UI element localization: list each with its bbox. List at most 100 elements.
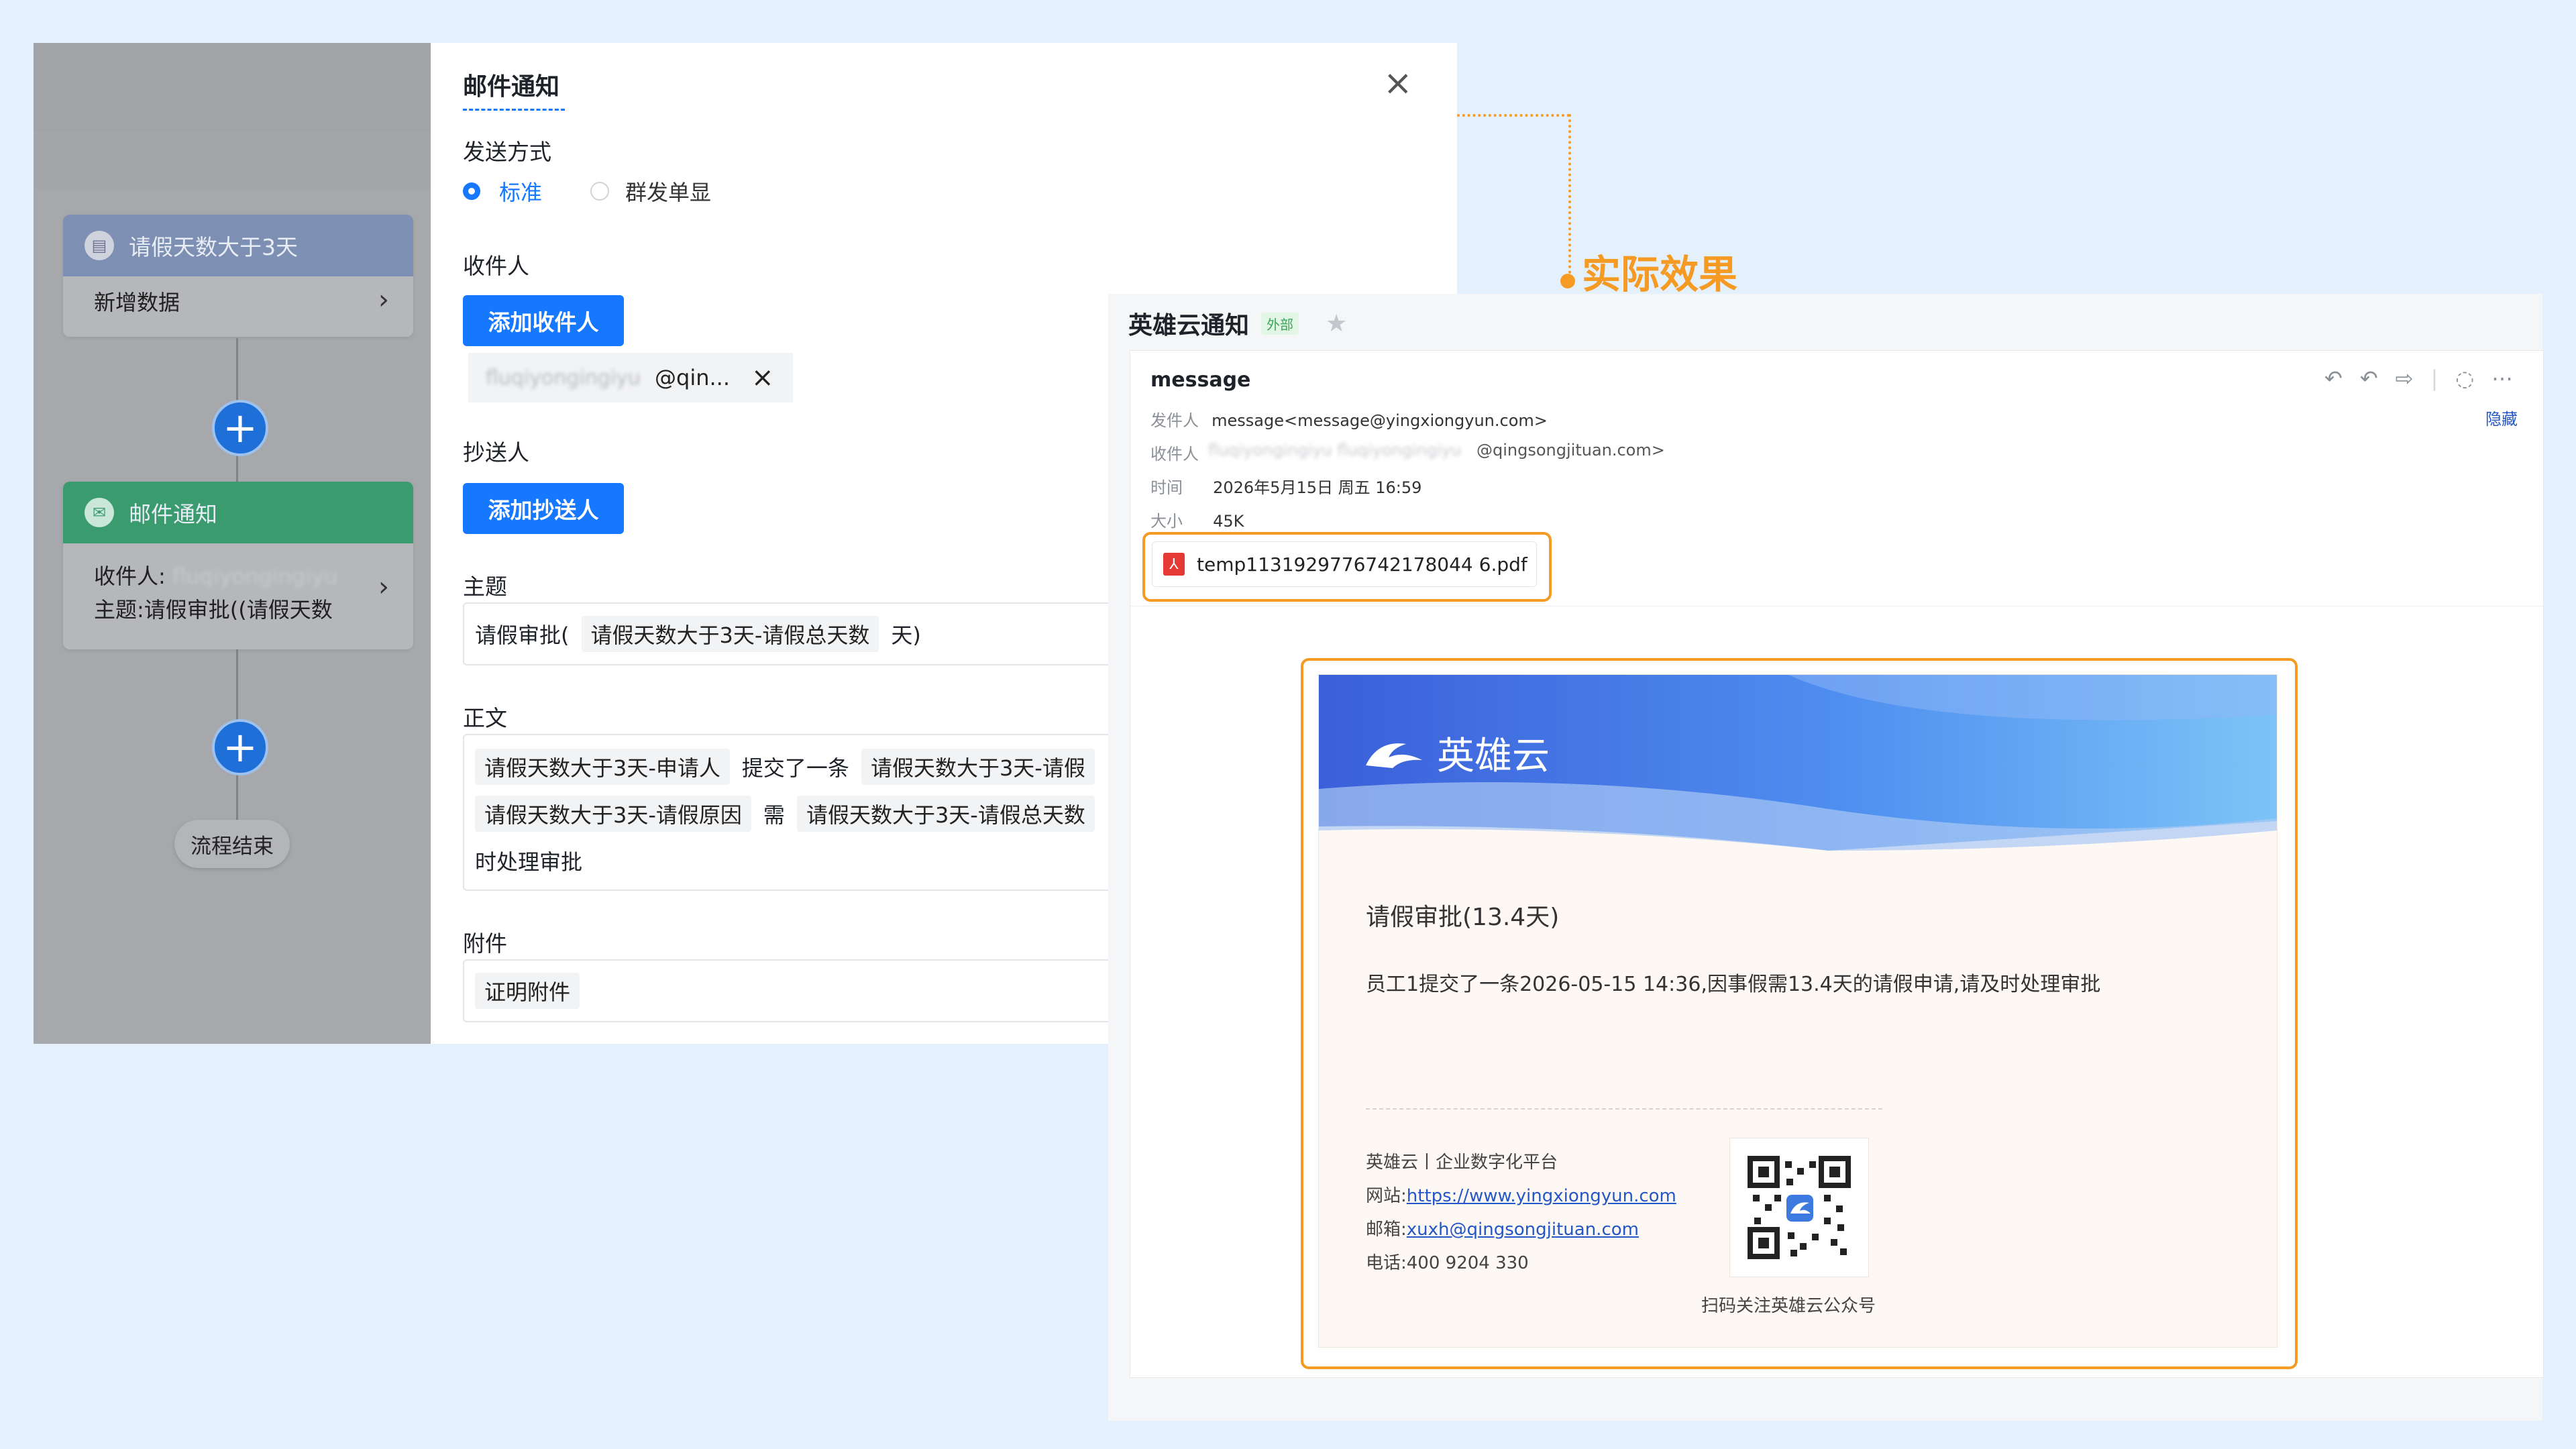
subject-token[interactable]: 请假天数大于3天-请假总天数 bbox=[581, 616, 879, 652]
recipient-chip[interactable]: fluqiyongingiyu @qin... × bbox=[468, 353, 793, 402]
recipient-label: 收件人 bbox=[463, 253, 529, 279]
mail-time-row: 时间 2026年5月15日 周五 16:59 bbox=[1150, 474, 1421, 498]
attachment-file[interactable]: ⅄ temp1131929776742178044 6.pdf bbox=[1152, 541, 1537, 587]
chevron-right-icon[interactable]: › bbox=[378, 283, 389, 317]
callout-line-horizontal bbox=[1457, 114, 1570, 117]
workflow-node-email-header: ✉ 邮件通知 bbox=[63, 482, 413, 543]
mail-banner-brand-text: 英雄云 bbox=[1437, 735, 1550, 778]
comment-icon[interactable]: ◌ bbox=[2455, 366, 2474, 391]
mail-footer-company: 英雄云丨企业数字化平台 bbox=[1366, 1152, 1558, 1173]
mail-banner-brand: 英雄云 bbox=[1362, 726, 1550, 780]
mail-size-row: 大小 45K bbox=[1150, 508, 1244, 531]
radio-group-label: 群发单显 bbox=[625, 180, 712, 205]
qr-caption: 扫码关注英雄云公众号 bbox=[1701, 1296, 1876, 1316]
radio-group-send[interactable]: 群发单显 bbox=[590, 176, 711, 207]
add-node-button[interactable]: + bbox=[212, 400, 268, 456]
reply-icon[interactable]: ↶ bbox=[2324, 366, 2343, 391]
forward-icon[interactable]: ⇨ bbox=[2396, 366, 2414, 391]
mail-footer-email: 邮箱:xuxh@qingsongjituan.com bbox=[1366, 1216, 1639, 1240]
recipient-chip-blurred: fluqiyongingiyu bbox=[486, 366, 641, 390]
mail-icon: ✉ bbox=[85, 498, 114, 527]
subject-suffix: 天) bbox=[891, 623, 921, 648]
recipient-blurred: fluqiyongingiyu bbox=[172, 564, 338, 589]
recipient-chip-domain: @qin... bbox=[655, 365, 730, 390]
callout-label: 实际效果 bbox=[1582, 252, 1738, 297]
sender-value: message<message@yingxiongyun.com> bbox=[1212, 411, 1548, 430]
mail-subject: message bbox=[1150, 368, 1251, 392]
callout-line-vertical bbox=[1568, 114, 1571, 279]
radio-standard-label: 标准 bbox=[499, 180, 543, 205]
mail-body-card: 英雄云 请假审批(13.4天) 员工1提交了一条2026-05-15 14:36… bbox=[1318, 674, 2277, 1348]
actions-divider: | bbox=[2430, 366, 2438, 391]
more-icon[interactable]: ⋯ bbox=[2491, 366, 2513, 391]
body-text: 提交了一条 bbox=[741, 755, 849, 781]
qr-code-icon bbox=[1748, 1156, 1851, 1259]
to-label: 收件人 bbox=[1150, 445, 1199, 464]
sender-label: 发件人 bbox=[1150, 411, 1199, 430]
email-label: 邮箱: bbox=[1366, 1220, 1407, 1240]
hide-details-link[interactable]: 隐藏 bbox=[2485, 406, 2518, 429]
body-label: 正文 bbox=[463, 705, 507, 731]
mail-content-body: 员工1提交了一条2026-05-15 14:36,因事假需13.4天的请假申请,… bbox=[1366, 973, 2101, 996]
to-domain: @qingsongjituan.com> bbox=[1477, 441, 1665, 460]
mail-header-title: 英雄云通知 bbox=[1128, 312, 1250, 339]
add-cc-button[interactable]: 添加抄送人 bbox=[463, 483, 624, 534]
workflow-end: 流程结束 bbox=[174, 820, 290, 868]
workflow-node-email-body: 收件人: fluqiyongingiyu 主题:请假审批((请假天数 › bbox=[63, 543, 413, 649]
form-icon: ▤ bbox=[85, 231, 114, 260]
radio-unchecked-icon bbox=[590, 182, 609, 201]
pdf-icon: ⅄ bbox=[1163, 553, 1185, 576]
body-text: 需 bbox=[763, 802, 785, 828]
callout-dot bbox=[1560, 274, 1575, 288]
mail-sender-row: 发件人 message<message@yingxiongyun.com> bbox=[1150, 407, 1548, 431]
body-token[interactable]: 请假天数大于3天-请假原因 bbox=[475, 796, 751, 832]
attachment-label: 附件 bbox=[463, 930, 507, 957]
email-preview-window: 英雄云通知 外部 ★ message ↶ ↶ ⇨ | ◌ ⋯ 隐藏 发件人 me… bbox=[1108, 294, 2544, 1421]
mail-header: 英雄云通知 外部 ★ bbox=[1128, 306, 1347, 341]
subject-label: 主题 bbox=[463, 574, 507, 600]
mail-content-title: 请假审批(13.4天) bbox=[1366, 904, 1560, 931]
workflow-node-condition-header: ▤ 请假天数大于3天 bbox=[63, 215, 413, 276]
radio-checked-icon bbox=[463, 182, 480, 200]
time-label: 时间 bbox=[1150, 478, 1183, 497]
body-token[interactable]: 请假天数大于3天-申请人 bbox=[475, 749, 730, 785]
to-blurred: fluqiyongingiyu fluqiyongingiyu bbox=[1208, 441, 1462, 460]
site-link[interactable]: https://www.yingxiongyun.com bbox=[1407, 1186, 1676, 1206]
mail-footer-site: 网站:https://www.yingxiongyun.com bbox=[1366, 1182, 1676, 1207]
recipient-label: 收件人: bbox=[94, 564, 166, 589]
workflow-node-condition-body: 新增数据 › bbox=[63, 276, 413, 337]
attachment-file-name: temp1131929776742178044 6.pdf bbox=[1197, 553, 1527, 576]
send-mode-label: 发送方式 bbox=[463, 139, 551, 165]
attachment-token[interactable]: 证明附件 bbox=[475, 973, 580, 1009]
workflow-toolbar-area bbox=[34, 43, 431, 131]
workflow-node-condition-label: 新增数据 bbox=[94, 290, 180, 315]
mail-footer-divider bbox=[1366, 1108, 1882, 1110]
mail-content-area: message ↶ ↶ ⇨ | ◌ ⋯ 隐藏 发件人 message<messa… bbox=[1130, 350, 2544, 1378]
radio-standard[interactable]: 标准 bbox=[463, 176, 542, 207]
panel-title: 邮件通知 bbox=[463, 73, 560, 101]
reply-all-icon[interactable]: ↶ bbox=[2360, 366, 2378, 391]
body-token[interactable]: 请假天数大于3天-请假总天数 bbox=[796, 796, 1095, 832]
workflow-node-condition-title: 请假天数大于3天 bbox=[129, 234, 298, 260]
workflow-node-email[interactable]: ✉ 邮件通知 收件人: fluqiyongingiyu 主题:请假审批((请假天… bbox=[63, 482, 413, 649]
email-link[interactable]: xuxh@qingsongjituan.com bbox=[1407, 1220, 1639, 1240]
mail-to-row: 收件人 fluqiyongingiyu fluqiyongingiyu @qin… bbox=[1150, 441, 1665, 464]
brand-logo-icon bbox=[1366, 743, 1422, 768]
size-label: 大小 bbox=[1150, 512, 1183, 531]
star-icon[interactable]: ★ bbox=[1326, 310, 1347, 337]
body-text: 时处理审批 bbox=[475, 849, 583, 875]
workflow-canvas: ▤ 请假天数大于3天 新增数据 › ▼ + ✉ 邮件通知 收件人: fluqiy… bbox=[34, 43, 431, 1044]
workflow-node-condition[interactable]: ▤ 请假天数大于3天 新增数据 › bbox=[63, 215, 413, 337]
close-icon[interactable]: × bbox=[1383, 66, 1413, 101]
site-label: 网站: bbox=[1366, 1186, 1407, 1206]
body-token[interactable]: 请假天数大于3天-请假 bbox=[861, 749, 1095, 785]
workflow-node-email-subject: 主题:请假审批((请假天数 bbox=[94, 597, 333, 623]
chevron-right-icon[interactable]: › bbox=[378, 570, 389, 604]
size-value: 45K bbox=[1213, 512, 1244, 531]
workflow-subbar-area bbox=[34, 131, 431, 192]
mail-actions: ↶ ↶ ⇨ | ◌ ⋯ bbox=[2324, 366, 2513, 391]
add-recipient-button[interactable]: 添加收件人 bbox=[463, 295, 624, 346]
add-node-button[interactable]: + bbox=[212, 719, 268, 775]
qr-code bbox=[1729, 1138, 1869, 1277]
remove-icon[interactable]: × bbox=[751, 362, 774, 393]
